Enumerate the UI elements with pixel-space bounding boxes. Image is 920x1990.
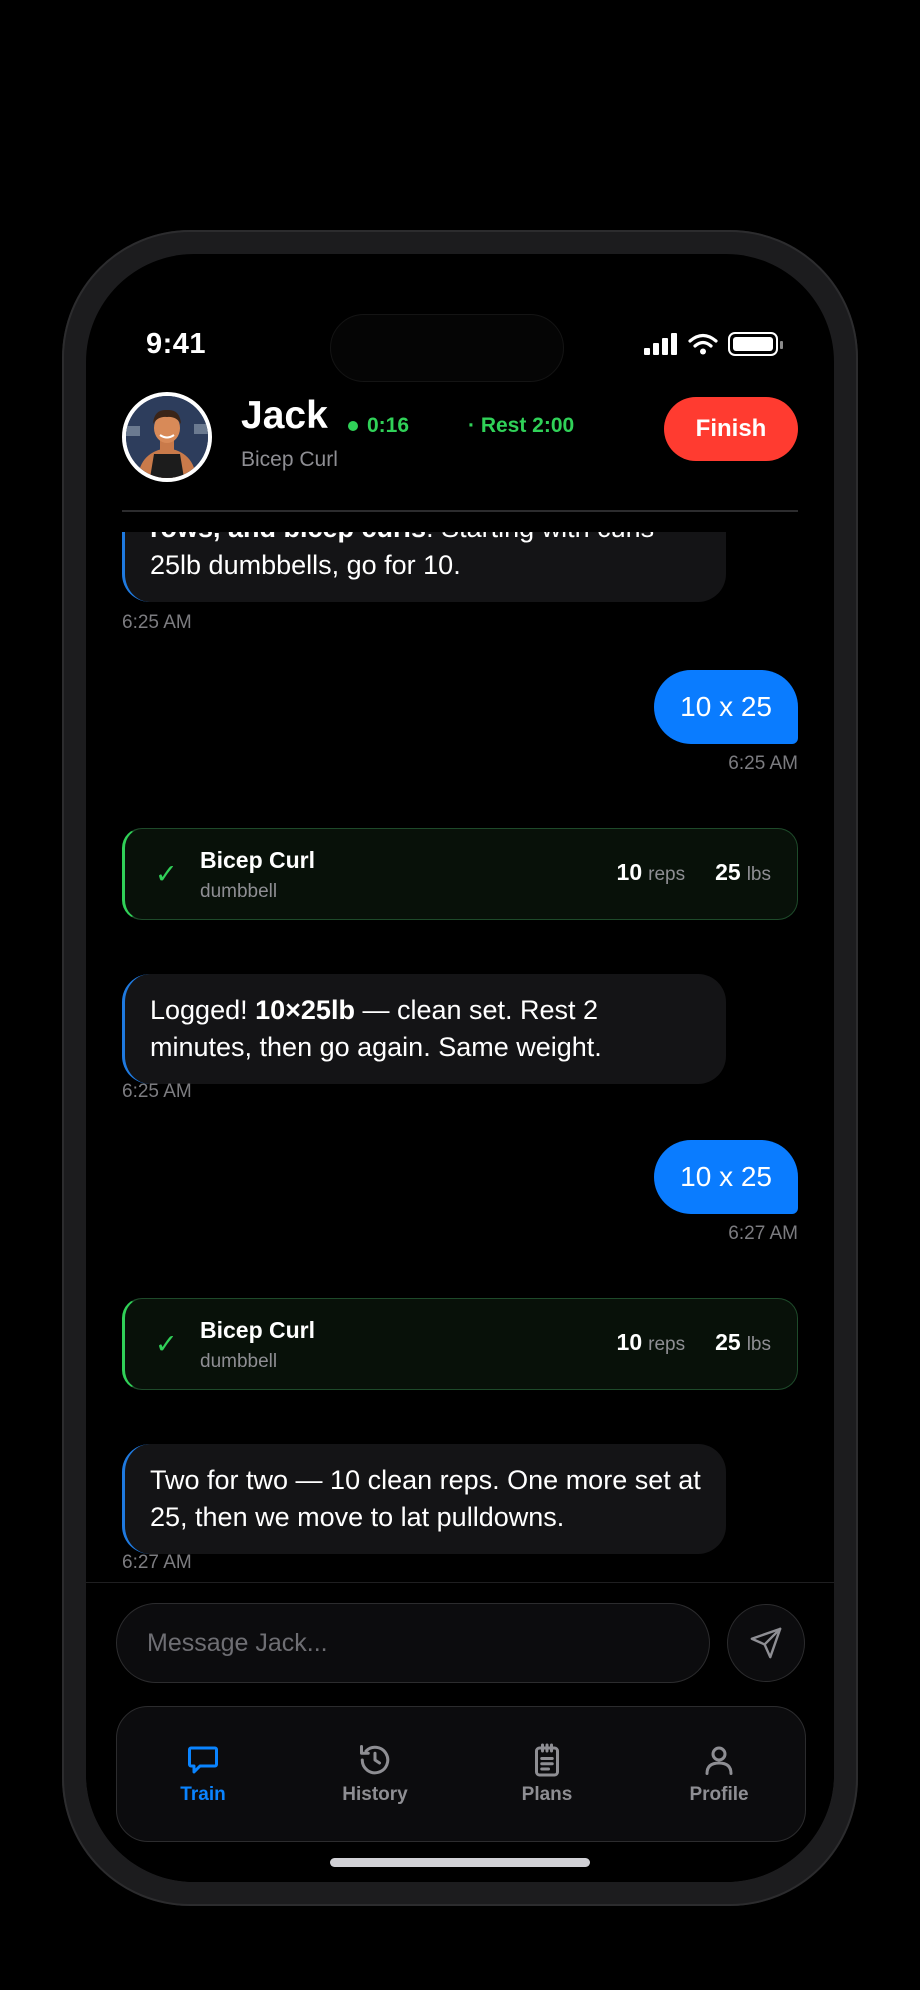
chat-thread[interactable]: rows, and bicep curls. Starting with cur…	[86, 532, 834, 1582]
tab-bar: Train History Plans Profile	[116, 1706, 806, 1842]
finish-button[interactable]: Finish	[664, 397, 798, 461]
coach-message-text: Two for two — 10 clean reps. One more se…	[150, 1465, 701, 1532]
message-input[interactable]	[116, 1603, 710, 1683]
coach-message: Logged! 10×25lb — clean set. Rest 2 minu…	[122, 974, 726, 1084]
set-stats: 10 reps 25 lbs	[617, 859, 771, 886]
checkmark-icon: ✓	[155, 1329, 178, 1359]
set-reps: 10	[616, 1329, 643, 1355]
clipboard-icon	[535, 1743, 559, 1777]
coach-avatar[interactable]	[122, 392, 212, 482]
wifi-icon	[688, 333, 718, 355]
chat-bubble-icon	[188, 1746, 218, 1774]
set-weight: 25	[715, 859, 741, 885]
coach-message-bold: 10×25lb	[255, 995, 355, 1025]
battery-icon	[728, 332, 783, 356]
set-weight-unit: lbs	[746, 864, 771, 885]
message-timestamp: 6:27 AM	[122, 1552, 192, 1573]
message-timestamp: 6:25 AM	[728, 753, 798, 774]
user-message: 10 x 25	[654, 670, 798, 744]
set-weight-unit: lbs	[746, 1334, 771, 1355]
status-time: 9:41	[146, 328, 207, 360]
live-dot-icon	[348, 421, 358, 431]
set-equipment: dumbbell	[200, 881, 278, 902]
logged-set-card[interactable]: ✓ Bicep Curl dumbbell 10 reps 25 lbs	[122, 828, 798, 920]
set-equipment: dumbbell	[200, 1351, 278, 1372]
coach-message-prefix: Logged!	[150, 995, 256, 1025]
phone-screen: 9:41 Jack 0:16 · Rest 2:00 Bicep Curl Fi…	[86, 254, 834, 1882]
checkmark-icon: ✓	[155, 859, 178, 889]
person-icon	[705, 1746, 733, 1775]
tab-label: History	[342, 1784, 408, 1805]
send-icon	[750, 1627, 782, 1659]
cellular-signal-icon	[644, 333, 677, 355]
composer-area: Train History Plans	[86, 1582, 834, 1882]
coach-message: Two for two — 10 clean reps. One more se…	[122, 1444, 726, 1554]
message-timestamp: 6:27 AM	[728, 1223, 798, 1244]
tab-label: Train	[180, 1784, 226, 1805]
user-message: 10 x 25	[654, 1140, 798, 1214]
current-exercise: Bicep Curl	[241, 448, 338, 471]
set-exercise-name: Bicep Curl	[200, 847, 316, 873]
set-reps: 10	[616, 859, 643, 885]
tab-profile[interactable]: Profile	[633, 1707, 805, 1841]
dynamic-island	[330, 314, 564, 382]
set-stats: 10 reps 25 lbs	[617, 1329, 771, 1356]
chat-header: Jack 0:16 · Rest 2:00 Bicep Curl Finish	[122, 382, 798, 512]
home-indicator[interactable]	[330, 1858, 590, 1867]
set-reps-unit: reps	[648, 1334, 686, 1355]
set-reps-unit: reps	[648, 864, 686, 885]
status-icons	[644, 332, 783, 356]
message-timestamp: 6:25 AM	[122, 612, 192, 633]
logged-set-card[interactable]: ✓ Bicep Curl dumbbell 10 reps 25 lbs	[122, 1298, 798, 1390]
tab-label: Profile	[689, 1784, 749, 1805]
tab-label: Plans	[521, 1784, 573, 1805]
message-timestamp: 6:25 AM	[122, 1081, 192, 1102]
coach-portrait-icon	[126, 396, 208, 478]
set-exercise-name: Bicep Curl	[200, 1317, 316, 1343]
coach-name: Jack	[241, 394, 328, 437]
session-timer: 0:16	[348, 414, 409, 438]
history-clock-icon	[360, 1745, 390, 1775]
coach-message: rows, and bicep curls. Starting with cur…	[122, 532, 726, 602]
tab-history[interactable]: History	[289, 1707, 461, 1841]
session-timer-value: 0:16	[367, 414, 410, 437]
set-weight: 25	[715, 1329, 741, 1355]
coach-message-bold: rows, and bicep curls	[150, 532, 426, 543]
tab-plans[interactable]: Plans	[461, 1707, 633, 1841]
tab-train[interactable]: Train	[117, 1707, 289, 1841]
rest-timer: · Rest 2:00	[468, 414, 575, 437]
send-button[interactable]	[727, 1604, 805, 1682]
